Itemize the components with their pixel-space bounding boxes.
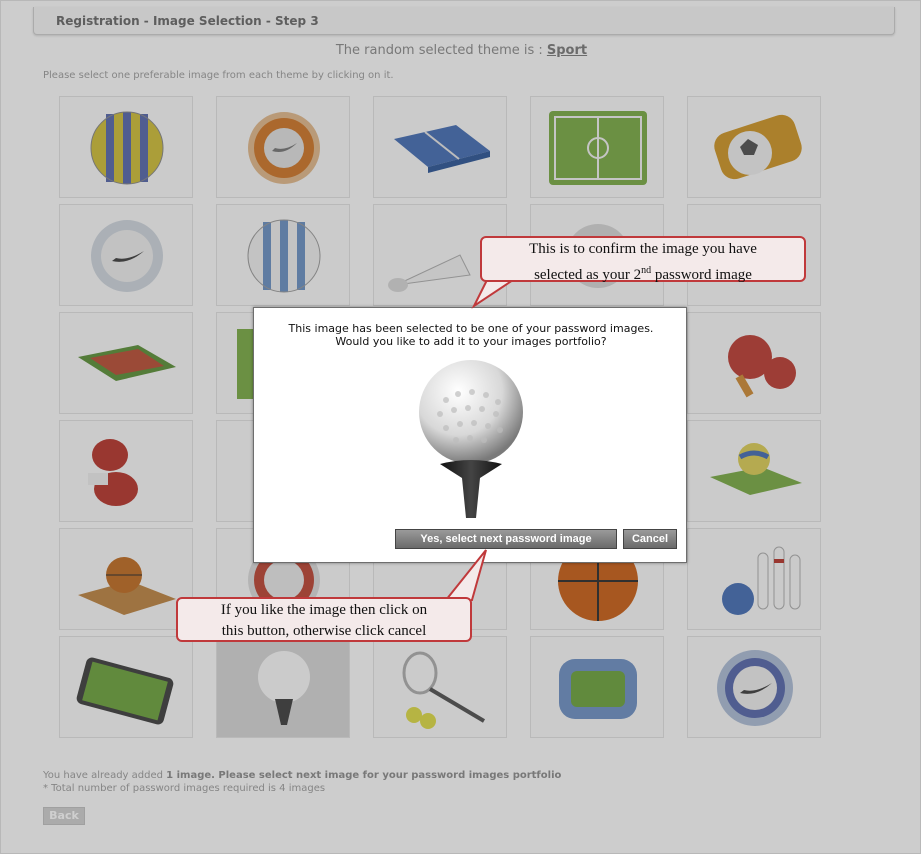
button-callout: If you like the image then click on this…: [176, 597, 472, 642]
callout-text: password image: [651, 267, 752, 283]
cancel-button[interactable]: Cancel: [623, 529, 677, 549]
callout-line: If you like the image then click on: [220, 602, 428, 618]
confirm-callout: This is to confirm the image you have se…: [480, 236, 806, 283]
callout-tail: [443, 549, 487, 601]
callout-line: selected as your 2nd password image: [482, 260, 804, 286]
callout-line: This is to confirm the image you have: [529, 241, 757, 257]
confirm-dialog: This image has been selected to be one o…: [253, 307, 687, 563]
dialog-message-line1: This image has been selected to be one o…: [288, 322, 654, 335]
confirm-button[interactable]: Yes, select next password image: [395, 529, 617, 549]
dialog-message-line2: Would you like to add it to your images …: [335, 335, 607, 348]
golf-ball-icon: [419, 360, 523, 518]
dialog-message: This image has been selected to be one o…: [254, 322, 688, 348]
callout-text: selected as your 2: [534, 267, 642, 283]
callout-superscript: nd: [641, 265, 652, 276]
callout-line: this button, otherwise click cancel: [221, 623, 427, 639]
